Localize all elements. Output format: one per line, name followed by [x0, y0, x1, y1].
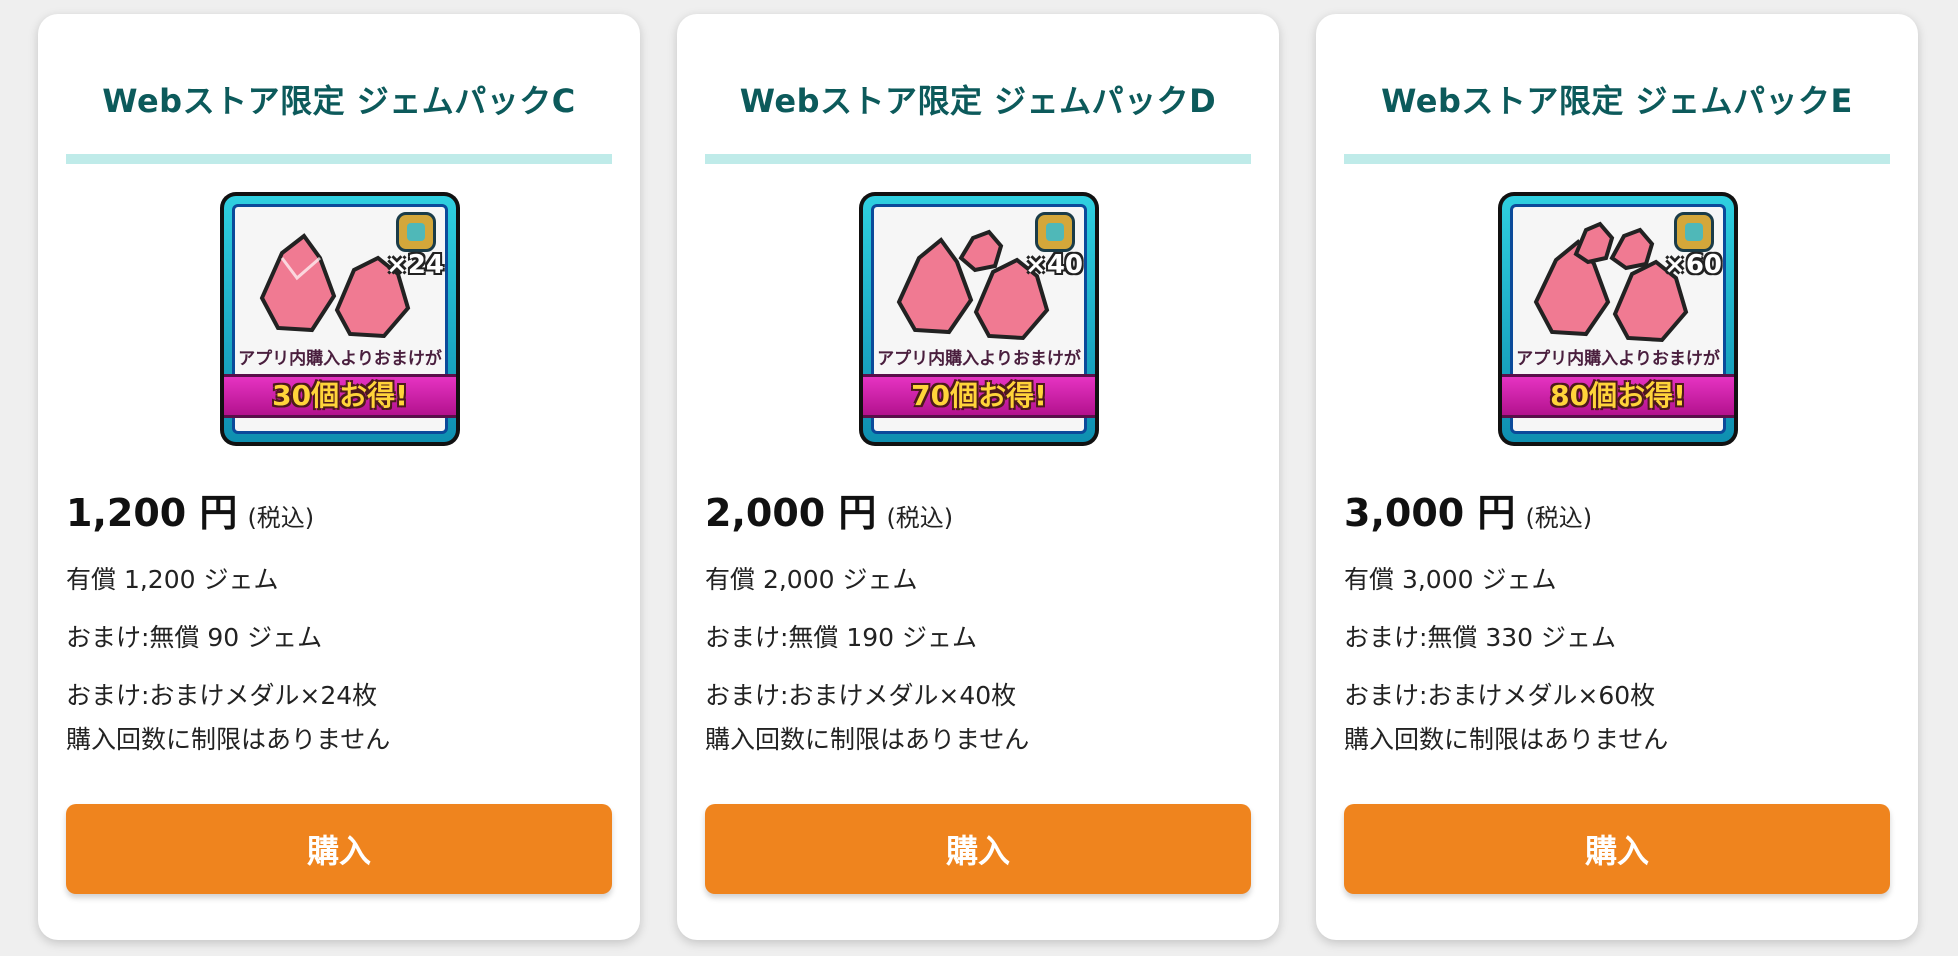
purchase-limit-text: 購入回数に制限はありません	[1344, 725, 1669, 754]
bonus-gems-text: おまけ:無償 90 ジェム	[66, 623, 323, 652]
price: 1,200 円	[66, 491, 238, 535]
product-title: Webストア限定 ジェムパックD	[739, 82, 1217, 120]
purchase-limit-text: 購入回数に制限はありません	[705, 725, 1030, 754]
bonus-medals-text: おまけ:おまけメダル×24枚	[66, 681, 378, 710]
purchase-limit-text: 購入回数に制限はありません	[66, 725, 391, 754]
paid-gems-text: 有償 2,000 ジェム	[705, 565, 918, 594]
product-card-list: Webストア限定 ジェムパックC ×24 アプリ内購入よりおまけが 30個お得!…	[0, 0, 1958, 956]
gem-multiplier: ×24	[386, 250, 444, 280]
medal-icon	[1035, 212, 1075, 252]
paid-gems-text: 有償 1,200 ジェム	[66, 565, 279, 594]
price-row: 2,000 円 (税込)	[705, 482, 953, 537]
product-card: Webストア限定 ジェムパックD ×40 アプリ内購入よりおまけが 70個お得!…	[677, 14, 1279, 940]
bonus-ribbon: 70個お得!	[863, 374, 1095, 418]
gem-multiplier: ×60	[1664, 250, 1722, 280]
tax-label: (税込)	[886, 504, 954, 532]
gem-pack-image: ×40 アプリ内購入よりおまけが 70個お得!	[859, 192, 1099, 446]
bonus-ribbon: 80個お得!	[1502, 374, 1734, 418]
gem-pack-image: ×24 アプリ内購入よりおまけが 30個お得!	[220, 192, 460, 446]
price: 3,000 円	[1344, 491, 1516, 535]
bonus-ribbon: 30個お得!	[224, 374, 456, 418]
medal-icon	[396, 212, 436, 252]
bonus-gems-text: おまけ:無償 330 ジェム	[1344, 623, 1617, 652]
app-bonus-note: アプリ内購入よりおまけが	[238, 349, 442, 369]
product-title: Webストア限定 ジェムパックE	[1381, 82, 1853, 120]
buy-button[interactable]: 購入	[705, 804, 1251, 894]
tax-label: (税込)	[247, 504, 315, 532]
product-title: Webストア限定 ジェムパックC	[102, 82, 576, 120]
title-divider	[66, 154, 612, 164]
paid-gems-text: 有償 3,000 ジェム	[1344, 565, 1557, 594]
bonus-medals-text: おまけ:おまけメダル×40枚	[705, 681, 1017, 710]
gem-pack-image: ×60 アプリ内購入よりおまけが 80個お得!	[1498, 192, 1738, 446]
buy-button[interactable]: 購入	[66, 804, 612, 894]
medal-icon	[1674, 212, 1714, 252]
price-row: 1,200 円 (税込)	[66, 482, 314, 537]
price: 2,000 円	[705, 491, 877, 535]
app-bonus-note: アプリ内購入よりおまけが	[877, 349, 1081, 369]
product-card: Webストア限定 ジェムパックC ×24 アプリ内購入よりおまけが 30個お得!…	[38, 14, 640, 940]
app-bonus-note: アプリ内購入よりおまけが	[1516, 349, 1720, 369]
bonus-gems-text: おまけ:無償 190 ジェム	[705, 623, 978, 652]
title-divider	[1344, 154, 1890, 164]
price-row: 3,000 円 (税込)	[1344, 482, 1592, 537]
title-divider	[705, 154, 1251, 164]
gem-multiplier: ×40	[1025, 250, 1083, 280]
tax-label: (税込)	[1525, 504, 1593, 532]
buy-button[interactable]: 購入	[1344, 804, 1890, 894]
bonus-medals-text: おまけ:おまけメダル×60枚	[1344, 681, 1656, 710]
product-card: Webストア限定 ジェムパックE ×60 アプリ内購入よりおまけが 80個お得!…	[1316, 14, 1918, 940]
